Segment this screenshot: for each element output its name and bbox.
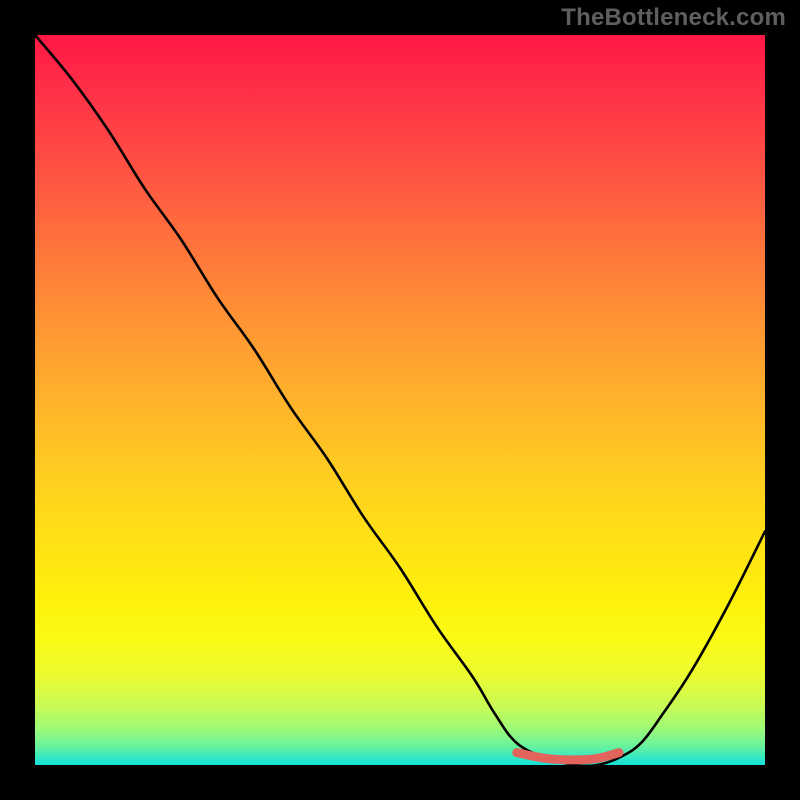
- plot-area: [35, 35, 765, 765]
- optimal-band-path: [517, 753, 619, 760]
- curve-layer: [35, 35, 765, 765]
- bottleneck-curve-path: [35, 35, 765, 766]
- watermark-text: TheBottleneck.com: [561, 4, 786, 32]
- chart-frame: TheBottleneck.com: [0, 0, 800, 800]
